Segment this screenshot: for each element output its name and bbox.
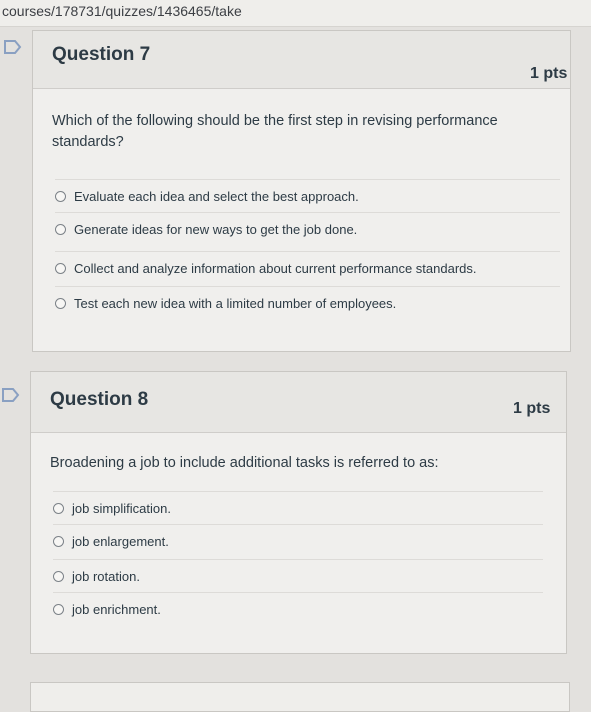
question-7-answer-4[interactable]: Test each new idea with a limited number… — [55, 286, 560, 320]
radio-button[interactable] — [53, 604, 64, 615]
question-7-answer-1[interactable]: Evaluate each idea and select the best a… — [55, 179, 560, 213]
question-7-points: 1 pts — [530, 65, 568, 82]
question-8-answer-1[interactable]: job simplification. — [53, 491, 543, 525]
browser-address-bar[interactable]: courses/178731/quizzes/1436465/take — [0, 0, 591, 27]
radio-button[interactable] — [53, 536, 64, 547]
question-8-points: 1 pts — [513, 400, 551, 417]
answer-label: Test each new idea with a limited number… — [74, 296, 397, 311]
question-8-answer-2[interactable]: job enlargement. — [53, 524, 543, 558]
radio-button[interactable] — [53, 571, 64, 582]
question-8-title: Question 8 — [50, 389, 149, 410]
answer-label: job simplification. — [72, 501, 171, 516]
question-8-flag-icon[interactable] — [2, 388, 20, 402]
question-7-text: Which of the following should be the fir… — [52, 113, 498, 150]
question-7-answer-3[interactable]: Collect and analyze information about cu… — [55, 251, 560, 285]
answer-label: job rotation. — [72, 569, 140, 584]
question-7-flag-icon[interactable] — [4, 40, 22, 54]
question-8-answer-4[interactable]: job enrichment. — [53, 592, 543, 626]
question-8-text: Broadening a job to include additional t… — [50, 455, 439, 471]
answer-label: Evaluate each idea and select the best a… — [74, 189, 359, 204]
answer-label: Collect and analyze information about cu… — [74, 261, 477, 276]
answer-label: job enrichment. — [72, 602, 161, 617]
radio-button[interactable] — [55, 298, 66, 309]
radio-button[interactable] — [55, 263, 66, 274]
url-text: courses/178731/quizzes/1436465/take — [2, 3, 242, 19]
radio-button[interactable] — [55, 224, 66, 235]
radio-button[interactable] — [53, 503, 64, 514]
question-8-card: Question 8 1 pts Broadening a job to inc… — [30, 371, 567, 654]
radio-button[interactable] — [55, 191, 66, 202]
question-7-answer-2[interactable]: Generate ideas for new ways to get the j… — [55, 212, 560, 246]
question-7-card: Question 7 1 pts Which of the following … — [32, 30, 571, 352]
question-7-title: Question 7 — [52, 44, 151, 65]
answer-label: Generate ideas for new ways to get the j… — [74, 222, 358, 237]
answer-label: job enlargement. — [72, 534, 169, 549]
next-question-card — [30, 682, 570, 712]
question-8-answer-3[interactable]: job rotation. — [53, 559, 543, 593]
